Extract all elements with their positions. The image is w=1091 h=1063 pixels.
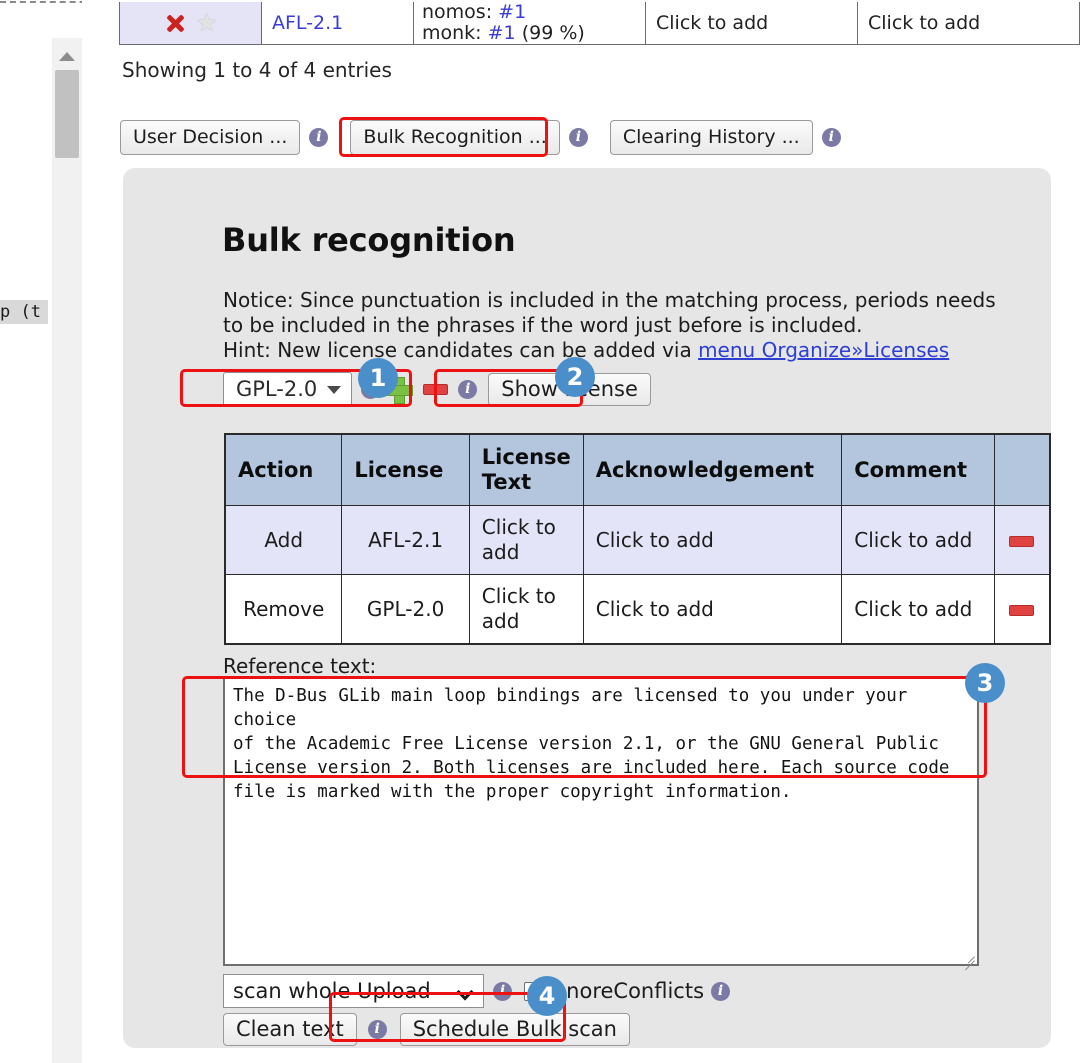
hint-line: Hint: New license candidates can be adde… [223,338,1043,363]
reference-text-input[interactable] [223,676,979,966]
cell-action[interactable]: Add [224,505,343,575]
clipped-background-text: p (t [0,300,48,324]
agent-line-nomos: nomos: #1 [422,2,637,23]
header-action: Action [224,433,343,506]
bulk-recognition-panel: Bulk recognition Notice: Since punctuati… [123,168,1051,1048]
tab-user-decision[interactable]: User Decision ... [120,120,301,155]
bulk-license-table: Action License License Text Acknowledgem… [224,433,1051,645]
minus-icon[interactable] [423,383,449,395]
license-select-value: GPL-2.0 [236,377,318,401]
scan-scope-value: scan whole Upload [233,979,431,1003]
clearing-results-table: ★ AFL-2.1 nomos: #1 monk: #1 (99 %) Clic… [119,2,1080,45]
info-icon[interactable]: i [711,981,731,1001]
info-icon[interactable]: i [493,981,512,1001]
header-delete [993,433,1051,506]
scroll-up-arrow-icon[interactable] [59,52,75,61]
scrollbar-thumb[interactable] [55,70,79,158]
cell-comment[interactable]: Click to add [857,2,1080,45]
page-title: Bulk recognition [222,221,516,259]
cell-delete[interactable] [993,574,1051,645]
tab-bulk-recognition[interactable]: Bulk Recognition ... [350,120,560,155]
header-license: License [341,433,470,506]
x-icon[interactable] [164,12,186,34]
cell-license-text[interactable]: Click to add [468,505,584,575]
agent-monk-label: monk: [422,22,482,44]
cell-acknowledgement[interactable]: Click to add [645,2,858,45]
schedule-bulk-scan-button[interactable]: Schedule Bulk scan [399,1013,630,1046]
chevron-down-icon [327,386,342,394]
annotation-badge-4: 4 [527,976,567,1016]
clean-text-button[interactable]: Clean text [223,1013,357,1046]
reference-text-label: Reference text: [223,654,377,678]
cell-delete[interactable] [993,505,1051,575]
table-row[interactable]: Add AFL-2.1 Click to add Click to add Cl… [224,505,1051,575]
main-content: ★ AFL-2.1 nomos: #1 monk: #1 (99 %) Clic… [82,0,1091,1063]
cell-agent-findings: nomos: #1 monk: #1 (99 %) [413,2,646,45]
info-icon[interactable]: i [309,128,329,147]
cell-comment[interactable]: Click to add [841,574,995,645]
table-header-row: Action License License Text Acknowledgem… [224,433,1051,506]
cell-comment[interactable]: Click to add [841,505,995,575]
cell-action[interactable]: Remove [224,574,343,645]
annotation-badge-2: 2 [555,357,595,397]
notice-line-1: Notice: Since punctuation is included in… [223,288,996,312]
scan-scope-select[interactable]: scan whole Upload [223,974,484,1008]
info-icon[interactable]: i [821,128,841,147]
chevron-down-icon [459,986,474,996]
agent-nomos-value[interactable]: #1 [498,1,526,23]
header-acknowledgement: Acknowledgement [582,433,843,506]
info-icon[interactable]: i [568,128,588,147]
header-license-text: License Text [468,433,584,506]
info-icon[interactable]: i [458,379,478,399]
info-icon[interactable]: i [367,1020,387,1039]
cell-acknowledgement[interactable]: Click to add [582,574,843,645]
entries-count-label: Showing 1 to 4 of 4 entries [122,58,392,82]
organize-licenses-link[interactable]: menu Organize»Licenses [698,338,949,362]
license-select[interactable]: GPL-2.0 [223,372,353,406]
ignore-conflicts-label: ignoreConflicts [547,979,705,1003]
table-row[interactable]: ★ AFL-2.1 nomos: #1 monk: #1 (99 %) Clic… [119,2,1080,45]
hint-prefix: Hint: New license candidates can be adde… [223,338,699,362]
page-scrollbar[interactable] [52,38,82,1063]
cell-license[interactable]: AFL-2.1 [341,505,470,575]
agent-nomos-label: nomos: [422,1,493,23]
bulk-action-buttons: Clean text i Schedule Bulk scan [223,1013,630,1046]
cell-acknowledgement[interactable]: Click to add [582,505,843,575]
cell-license[interactable]: GPL-2.0 [341,574,470,645]
star-icon[interactable]: ★ [196,10,218,35]
annotation-badge-1: 1 [358,358,398,398]
agent-monk-value[interactable]: #1 [488,22,516,44]
section-tabs: User Decision ... i Bulk Recognition ...… [120,120,841,155]
minus-icon[interactable] [1009,535,1035,547]
license-link[interactable]: AFL-2.1 [272,12,343,34]
table-row[interactable]: Remove GPL-2.0 Click to add Click to add… [224,574,1051,645]
annotation-badge-3: 3 [965,663,1005,703]
header-comment: Comment [841,433,995,506]
cell-action-icons[interactable]: ★ [119,2,262,45]
tab-clearing-history[interactable]: Clearing History ... [609,120,813,155]
agent-monk-percent: (99 %) [521,22,585,44]
cell-license-text[interactable]: Click to add [468,574,584,645]
notice-line-2: to be included in the phrases if the wor… [223,313,863,337]
notice-text: Notice: Since punctuation is included in… [223,288,1043,363]
minus-icon[interactable] [1009,604,1035,616]
screenshot-root: p (t ★ AFL-2.1 nomos: #1 monk: #1 (99 %)… [0,0,1091,1063]
agent-line-monk: monk: #1 (99 %) [422,23,637,44]
cell-license[interactable]: AFL-2.1 [261,2,414,45]
